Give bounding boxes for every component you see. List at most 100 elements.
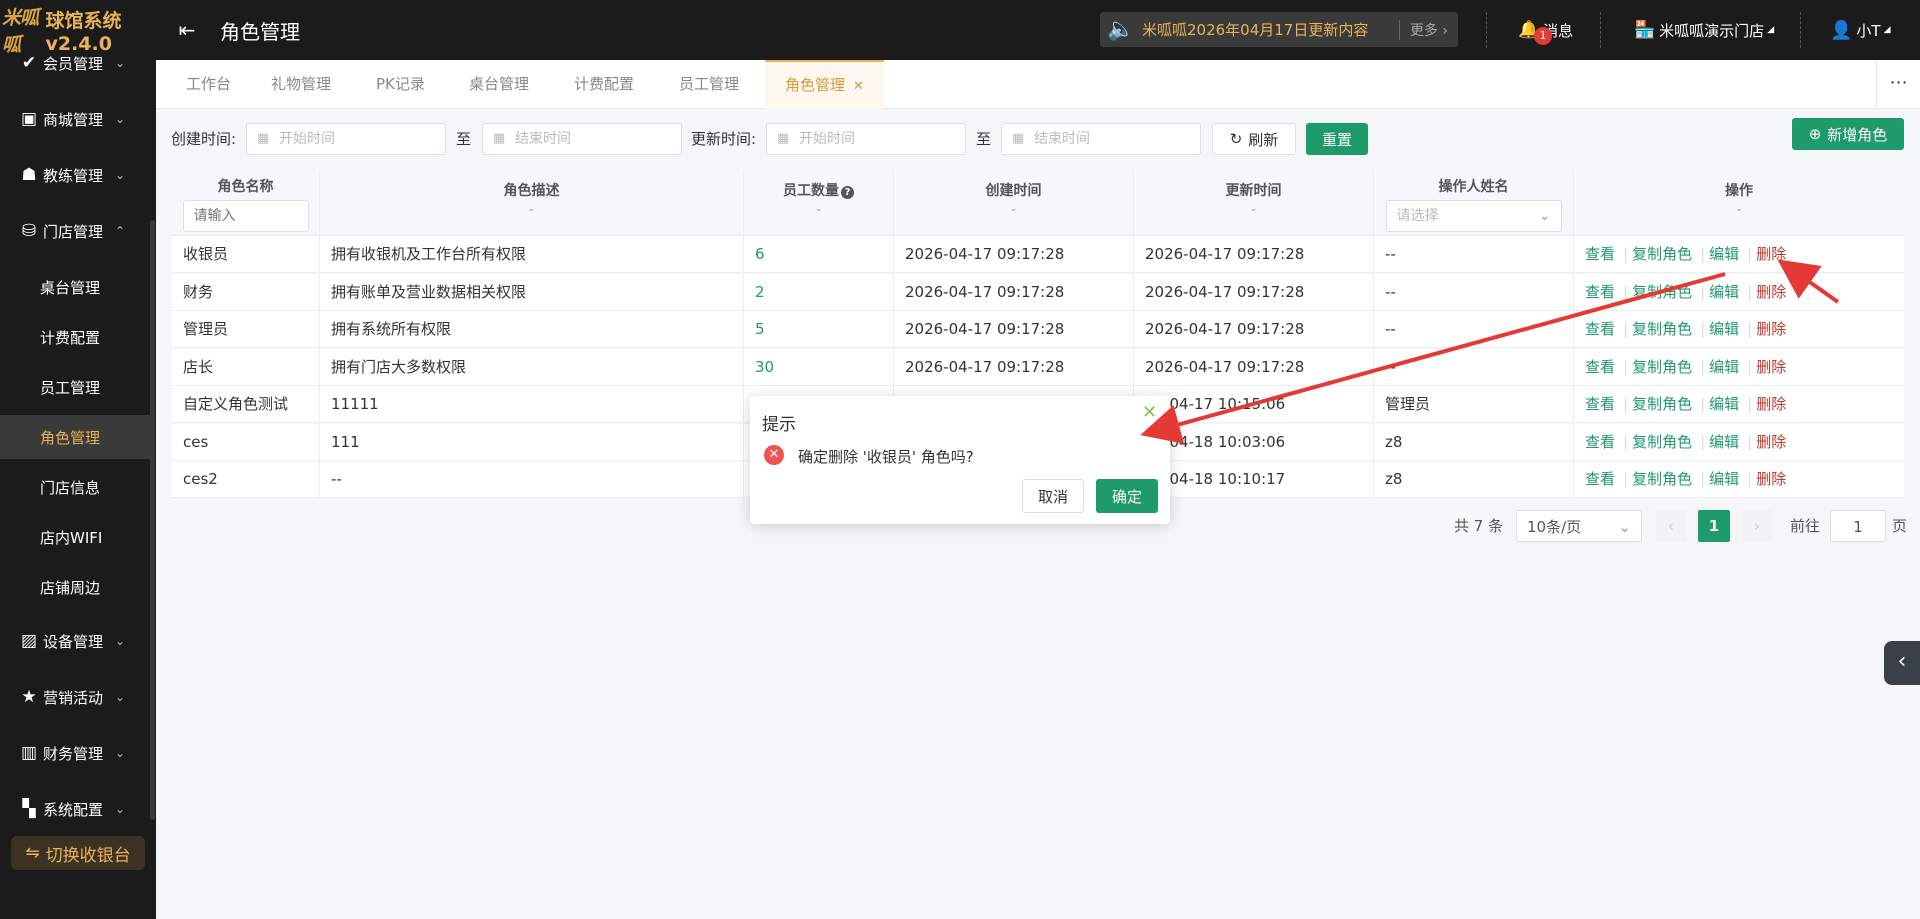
- action-divider: |: [1700, 245, 1706, 263]
- tab-staff[interactable]: 员工管理: [679, 60, 739, 109]
- switch-cashier-button[interactable]: ⇋ 切换收银台: [11, 836, 145, 870]
- copy-role-button[interactable]: 复制角色: [1632, 433, 1692, 451]
- view-button[interactable]: 查看: [1585, 320, 1615, 338]
- copy-role-button[interactable]: 复制角色: [1632, 470, 1692, 488]
- edit-button[interactable]: 编辑: [1709, 470, 1739, 488]
- sidebar-item-device[interactable]: ▨ 设备管理 ⌄: [0, 619, 150, 663]
- sidebar-item-coach[interactable]: ☗ 教练管理 ⌄: [0, 153, 150, 197]
- delete-button[interactable]: 删除: [1756, 358, 1786, 376]
- page-title: 角色管理: [220, 19, 300, 44]
- delete-button[interactable]: 删除: [1756, 395, 1786, 413]
- next-page-button[interactable]: ›: [1742, 510, 1772, 542]
- add-role-button[interactable]: ⊕ 新增角色: [1792, 118, 1904, 150]
- view-button[interactable]: 查看: [1585, 433, 1615, 451]
- goto-page-input[interactable]: 1: [1830, 510, 1886, 542]
- sidebar-sub-wifi[interactable]: 店内WIFI: [0, 515, 150, 559]
- delete-button[interactable]: 删除: [1756, 245, 1786, 263]
- copy-role-button[interactable]: 复制角色: [1632, 245, 1692, 263]
- notice-more-link[interactable]: 更多 ›: [1398, 19, 1458, 40]
- sidebar-item-system[interactable]: ▚ 系统配置 ⌄: [0, 787, 150, 831]
- copy-role-button[interactable]: 复制角色: [1632, 358, 1692, 376]
- sidebar-sub-roles[interactable]: 角色管理: [0, 415, 150, 459]
- chevron-down-icon: ⌄: [115, 168, 126, 182]
- delete-button[interactable]: 删除: [1756, 320, 1786, 338]
- col-actions: 操作 -: [1574, 170, 1904, 236]
- cell-operator: --: [1374, 236, 1574, 273]
- tab-billing[interactable]: 计费配置: [574, 60, 634, 109]
- edit-button[interactable]: 编辑: [1709, 358, 1739, 376]
- page-1-button[interactable]: 1: [1698, 510, 1730, 542]
- messages-button[interactable]: 🔔 1 消息: [1518, 0, 1573, 60]
- sidebar-item-marketing[interactable]: ★ 营销活动 ⌄: [0, 675, 150, 719]
- cell-desc: 拥有账单及营业数据相关权限: [320, 273, 744, 311]
- update-notice-bar[interactable]: 🔈 米呱呱2026年04月17日更新内容 更多 ›: [1100, 12, 1458, 47]
- sidebar-scrollbar[interactable]: [150, 220, 155, 820]
- created-end-input[interactable]: ▦ 结束时间: [482, 123, 682, 155]
- store-icon: ⛁: [21, 221, 37, 241]
- role-name-filter-input[interactable]: [182, 200, 309, 232]
- sidebar-item-finance[interactable]: ▥ 财务管理 ⌄: [0, 731, 150, 775]
- copy-role-button[interactable]: 复制角色: [1632, 320, 1692, 338]
- menu-collapse-icon[interactable]: ⇤: [176, 18, 198, 42]
- edit-button[interactable]: 编辑: [1709, 320, 1739, 338]
- refresh-button[interactable]: ↻ 刷新: [1212, 123, 1296, 155]
- operator-select[interactable]: 请选择 ⌄: [1385, 200, 1562, 232]
- cell-name: ces: [172, 423, 320, 461]
- view-button[interactable]: 查看: [1585, 245, 1615, 263]
- more-tabs-icon[interactable]: ⋯: [1876, 60, 1920, 109]
- col-updated-time: 更新时间 -: [1134, 170, 1374, 236]
- close-icon[interactable]: ✕: [853, 79, 864, 94]
- user-menu[interactable]: 👤 小T ◢: [1830, 0, 1891, 60]
- copy-role-button[interactable]: 复制角色: [1632, 283, 1692, 301]
- topbar-divider: [1486, 12, 1487, 48]
- cell-desc: 111: [320, 423, 744, 461]
- header-dash: -: [1010, 202, 1017, 218]
- sidebar-item-mall[interactable]: ▣ 商城管理 ⌄: [0, 97, 150, 141]
- edit-button[interactable]: 编辑: [1709, 395, 1739, 413]
- delete-button[interactable]: 删除: [1756, 470, 1786, 488]
- tab-gifts[interactable]: 礼物管理: [271, 60, 331, 109]
- view-button[interactable]: 查看: [1585, 283, 1615, 301]
- chevron-left-icon[interactable]: ‹: [1884, 641, 1920, 685]
- copy-role-button[interactable]: 复制角色: [1632, 395, 1692, 413]
- tab-roles[interactable]: 角色管理 ✕: [765, 60, 884, 109]
- view-button[interactable]: 查看: [1585, 358, 1615, 376]
- sidebar-item-member[interactable]: ✔ 会员管理 ⌄: [0, 41, 150, 85]
- header-label: 角色名称: [217, 179, 274, 195]
- action-divider: |: [1623, 470, 1629, 488]
- updated-start-input[interactable]: ▦ 开始时间: [766, 123, 966, 155]
- cell-actions: 查看 | 复制角色 | 编辑 | 删除: [1574, 461, 1904, 498]
- prev-page-button[interactable]: ‹: [1656, 510, 1686, 542]
- caret-down-icon: ◢: [1767, 25, 1775, 35]
- confirm-button[interactable]: 确定: [1096, 479, 1158, 513]
- page-size-select[interactable]: 10条/页 ⌄: [1516, 510, 1642, 542]
- delete-button[interactable]: 删除: [1756, 433, 1786, 451]
- delete-button[interactable]: 删除: [1756, 283, 1786, 301]
- tab-tables[interactable]: 桌台管理: [469, 60, 529, 109]
- cancel-button[interactable]: 取消: [1022, 479, 1084, 513]
- add-role-label: 新增角色: [1827, 125, 1888, 144]
- view-button[interactable]: 查看: [1585, 470, 1615, 488]
- edit-button[interactable]: 编辑: [1709, 283, 1739, 301]
- chevron-down-icon: ⌄: [115, 112, 126, 126]
- tab-pk-records[interactable]: PK记录: [376, 60, 425, 109]
- tab-workbench[interactable]: 工作台: [186, 60, 231, 109]
- store-switcher[interactable]: 🏪 米呱呱演示门店 ◢: [1634, 0, 1774, 60]
- sidebar-sub-store-info[interactable]: 门店信息: [0, 465, 150, 509]
- sidebar-sub-billing[interactable]: 计费配置: [0, 315, 150, 359]
- edit-button[interactable]: 编辑: [1709, 433, 1739, 451]
- created-start-input[interactable]: ▦ 开始时间: [246, 123, 446, 155]
- updated-end-input[interactable]: ▦ 结束时间: [1001, 123, 1201, 155]
- view-button[interactable]: 查看: [1585, 395, 1615, 413]
- sidebar-item-store[interactable]: ⛁ 门店管理 ⌃: [0, 209, 150, 253]
- close-icon[interactable]: ✕: [1142, 402, 1157, 423]
- sidebar-sub-table[interactable]: 桌台管理: [0, 265, 150, 309]
- sidebar-sub-staff[interactable]: 员工管理: [0, 365, 150, 409]
- header-label: 更新时间: [1225, 183, 1282, 199]
- help-icon[interactable]: ?: [841, 186, 854, 199]
- reset-button[interactable]: 重置: [1306, 123, 1368, 155]
- edit-button[interactable]: 编辑: [1709, 245, 1739, 263]
- notice-text[interactable]: 米呱呱2026年04月17日更新内容: [1142, 19, 1399, 40]
- table-row: 管理员 拥有系统所有权限 5 2026-04-17 09:17:28 2026-04-1…: [172, 311, 1904, 348]
- sidebar-sub-nearby[interactable]: 店铺周边: [0, 565, 150, 609]
